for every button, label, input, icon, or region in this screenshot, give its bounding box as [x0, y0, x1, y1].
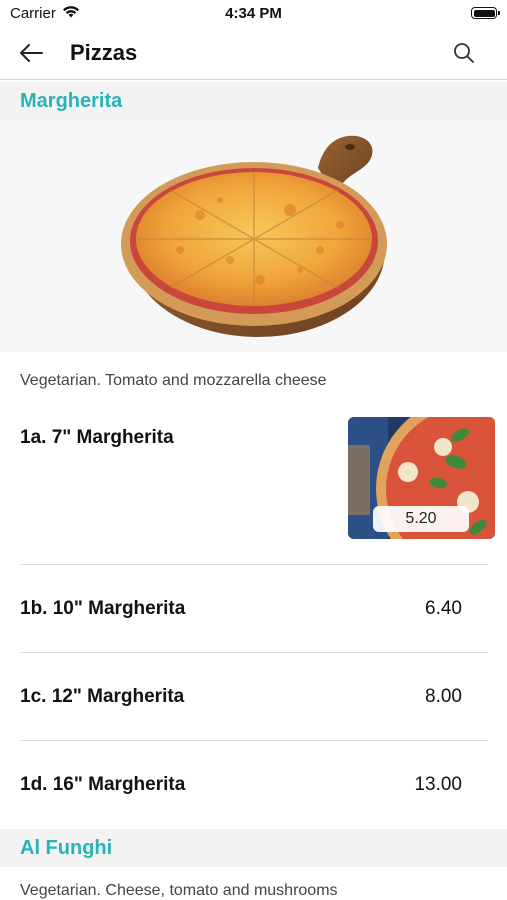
item-price: 5.20 — [373, 506, 469, 532]
section-description: Vegetarian. Tomato and mozzarella cheese — [20, 372, 327, 389]
section-description: Vegetarian. Cheese, tomato and mushrooms — [20, 882, 338, 899]
item-name: 1a. 7" Margherita — [20, 427, 174, 448]
section-header-margherita: Margherita — [0, 82, 507, 120]
item-name: 1d. 16" Margherita — [20, 774, 186, 795]
item-price: 6.40 — [425, 598, 462, 619]
item-price: 8.00 — [425, 686, 462, 707]
section-title: Margherita — [20, 90, 123, 112]
page-title: Pizzas — [70, 40, 138, 65]
section-title: Al Funghi — [20, 837, 113, 859]
search-icon — [454, 43, 474, 63]
search-button[interactable] — [451, 40, 477, 66]
menu-item-1d[interactable]: 1d. 16" Margherita 13.00 — [20, 741, 488, 829]
hero-image — [0, 120, 507, 352]
item-price: 13.00 — [414, 774, 462, 795]
status-bar: Carrier 4:34 PM — [0, 0, 507, 28]
back-button[interactable] — [14, 38, 48, 68]
menu-screen: Carrier 4:34 PM Pizzas Margherita Vegeta… — [0, 0, 507, 900]
menu-item-1b[interactable]: 1b. 10" Margherita 6.40 — [20, 565, 488, 653]
section-header-al-funghi: Al Funghi — [0, 829, 507, 867]
pizza-illustration — [121, 135, 387, 337]
menu-item-1c[interactable]: 1c. 12" Margherita 8.00 — [20, 653, 488, 741]
item-thumbnail[interactable]: 5.20 — [348, 417, 495, 539]
nav-bar: Pizzas — [0, 28, 507, 80]
status-time: 4:34 PM — [225, 5, 282, 22]
item-name: 1b. 10" Margherita — [20, 598, 186, 619]
item-name: 1c. 12" Margherita — [20, 686, 185, 707]
arrow-left-icon — [20, 44, 43, 62]
battery-icon — [471, 7, 500, 19]
